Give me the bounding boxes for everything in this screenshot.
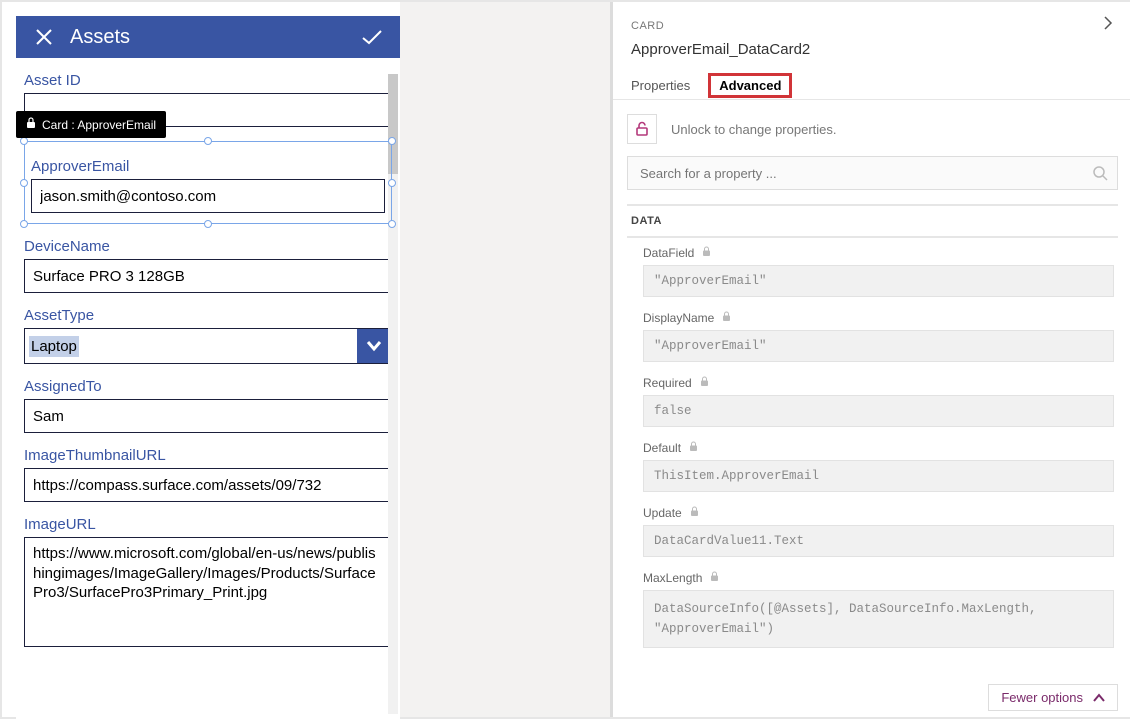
label-asset-type: AssetType: [24, 307, 392, 324]
prop-label: Update: [643, 506, 682, 520]
submit-icon[interactable]: [360, 28, 384, 46]
lock-icon: [690, 506, 699, 520]
lock-icon: [26, 117, 36, 132]
label-device-name: DeviceName: [24, 238, 392, 255]
form-header: Assets: [16, 16, 400, 58]
input-image-thumb[interactable]: [24, 468, 392, 502]
prop-label: Required: [643, 376, 692, 390]
form-body: Asset ID ApproverEmail DeviceName AssetT…: [16, 58, 400, 647]
resize-handle[interactable]: [388, 220, 396, 228]
object-name: ApproverEmail_DataCard2: [631, 41, 1114, 58]
resize-handle[interactable]: [388, 179, 396, 187]
resize-handle[interactable]: [20, 137, 28, 145]
resize-handle[interactable]: [388, 137, 396, 145]
section-data-header: DATA: [627, 215, 662, 227]
divider: [613, 99, 1130, 100]
prop-value[interactable]: false: [643, 395, 1114, 427]
resize-handle[interactable]: [20, 179, 28, 187]
fewer-options-label: Fewer options: [1001, 690, 1083, 705]
prop-datafield: DataField "ApproverEmail": [643, 246, 1114, 297]
property-tabs: Properties Advanced: [631, 72, 1114, 99]
properties-pane: CARD ApproverEmail_DataCard2 Properties …: [613, 2, 1130, 717]
input-image-url[interactable]: https://www.microsoft.com/global/en-us/n…: [24, 537, 392, 647]
property-search-row: [627, 156, 1118, 190]
input-approver-email[interactable]: [31, 179, 385, 213]
property-list: DataField "ApproverEmail" DisplayName "A…: [613, 238, 1130, 648]
prop-label: DataField: [643, 246, 694, 260]
selection-tooltip: Card : ApproverEmail: [16, 111, 166, 138]
field-asset-type: AssetType Laptop: [24, 307, 392, 364]
property-search-input[interactable]: [627, 156, 1118, 190]
label-asset-id: Asset ID: [24, 72, 392, 89]
prop-value[interactable]: DataCardValue11.Text: [643, 525, 1114, 557]
center-gutter: [400, 2, 610, 717]
label-approver-email: ApproverEmail: [31, 158, 385, 175]
field-image-url: ImageURL https://www.microsoft.com/globa…: [24, 516, 392, 647]
fewer-options-button[interactable]: Fewer options: [988, 684, 1118, 711]
search-icon[interactable]: [1092, 165, 1108, 186]
prop-displayname: DisplayName "ApproverEmail": [643, 311, 1114, 362]
lock-icon: [627, 114, 657, 144]
prop-label: DisplayName: [643, 311, 714, 325]
select-asset-type-value: Laptop: [25, 329, 357, 363]
lock-icon: [689, 441, 698, 455]
card-approver-email[interactable]: ApproverEmail: [24, 141, 392, 224]
unlock-banner[interactable]: Unlock to change properties.: [627, 114, 1118, 144]
prop-value[interactable]: "ApproverEmail": [643, 330, 1114, 362]
field-image-thumb: ImageThumbnailURL: [24, 447, 392, 502]
tab-advanced[interactable]: Advanced: [708, 72, 792, 99]
field-device-name: DeviceName: [24, 238, 392, 293]
resize-handle[interactable]: [20, 220, 28, 228]
chevron-up-icon: [1093, 693, 1105, 703]
field-assigned-to: AssignedTo: [24, 378, 392, 433]
properties-header: CARD ApproverEmail_DataCard2 Properties …: [613, 2, 1130, 99]
lock-icon: [702, 246, 711, 260]
resize-handle[interactable]: [204, 220, 212, 228]
lock-icon: [710, 571, 719, 585]
label-assigned-to: AssignedTo: [24, 378, 392, 395]
chevron-right-icon[interactable]: [1102, 16, 1114, 35]
prop-update: Update DataCardValue11.Text: [643, 506, 1114, 557]
selection-tooltip-text: Card : ApproverEmail: [42, 118, 156, 132]
close-icon[interactable]: [32, 28, 56, 46]
lock-icon: [722, 311, 731, 325]
chevron-down-icon[interactable]: [357, 329, 391, 363]
prop-value[interactable]: ThisItem.ApproverEmail: [643, 460, 1114, 492]
label-image-thumb: ImageThumbnailURL: [24, 447, 392, 464]
prop-label: MaxLength: [643, 571, 702, 585]
prop-required: Required false: [643, 376, 1114, 427]
input-assigned-to[interactable]: [24, 399, 392, 433]
form-title: Assets: [70, 26, 360, 49]
select-asset-type[interactable]: Laptop: [24, 328, 392, 364]
unlock-text: Unlock to change properties.: [671, 122, 836, 137]
prop-value[interactable]: DataSourceInfo([@Assets], DataSourceInfo…: [643, 590, 1114, 648]
prop-default: Default ThisItem.ApproverEmail: [643, 441, 1114, 492]
prop-maxlength: MaxLength DataSourceInfo([@Assets], Data…: [643, 571, 1114, 648]
prop-value[interactable]: "ApproverEmail": [643, 265, 1114, 297]
prop-label: Default: [643, 441, 681, 455]
lock-icon: [700, 376, 709, 390]
tab-properties[interactable]: Properties: [631, 72, 690, 99]
label-image-url: ImageURL: [24, 516, 392, 533]
resize-handle[interactable]: [204, 137, 212, 145]
object-kind: CARD: [631, 20, 1102, 32]
input-device-name[interactable]: [24, 259, 392, 293]
